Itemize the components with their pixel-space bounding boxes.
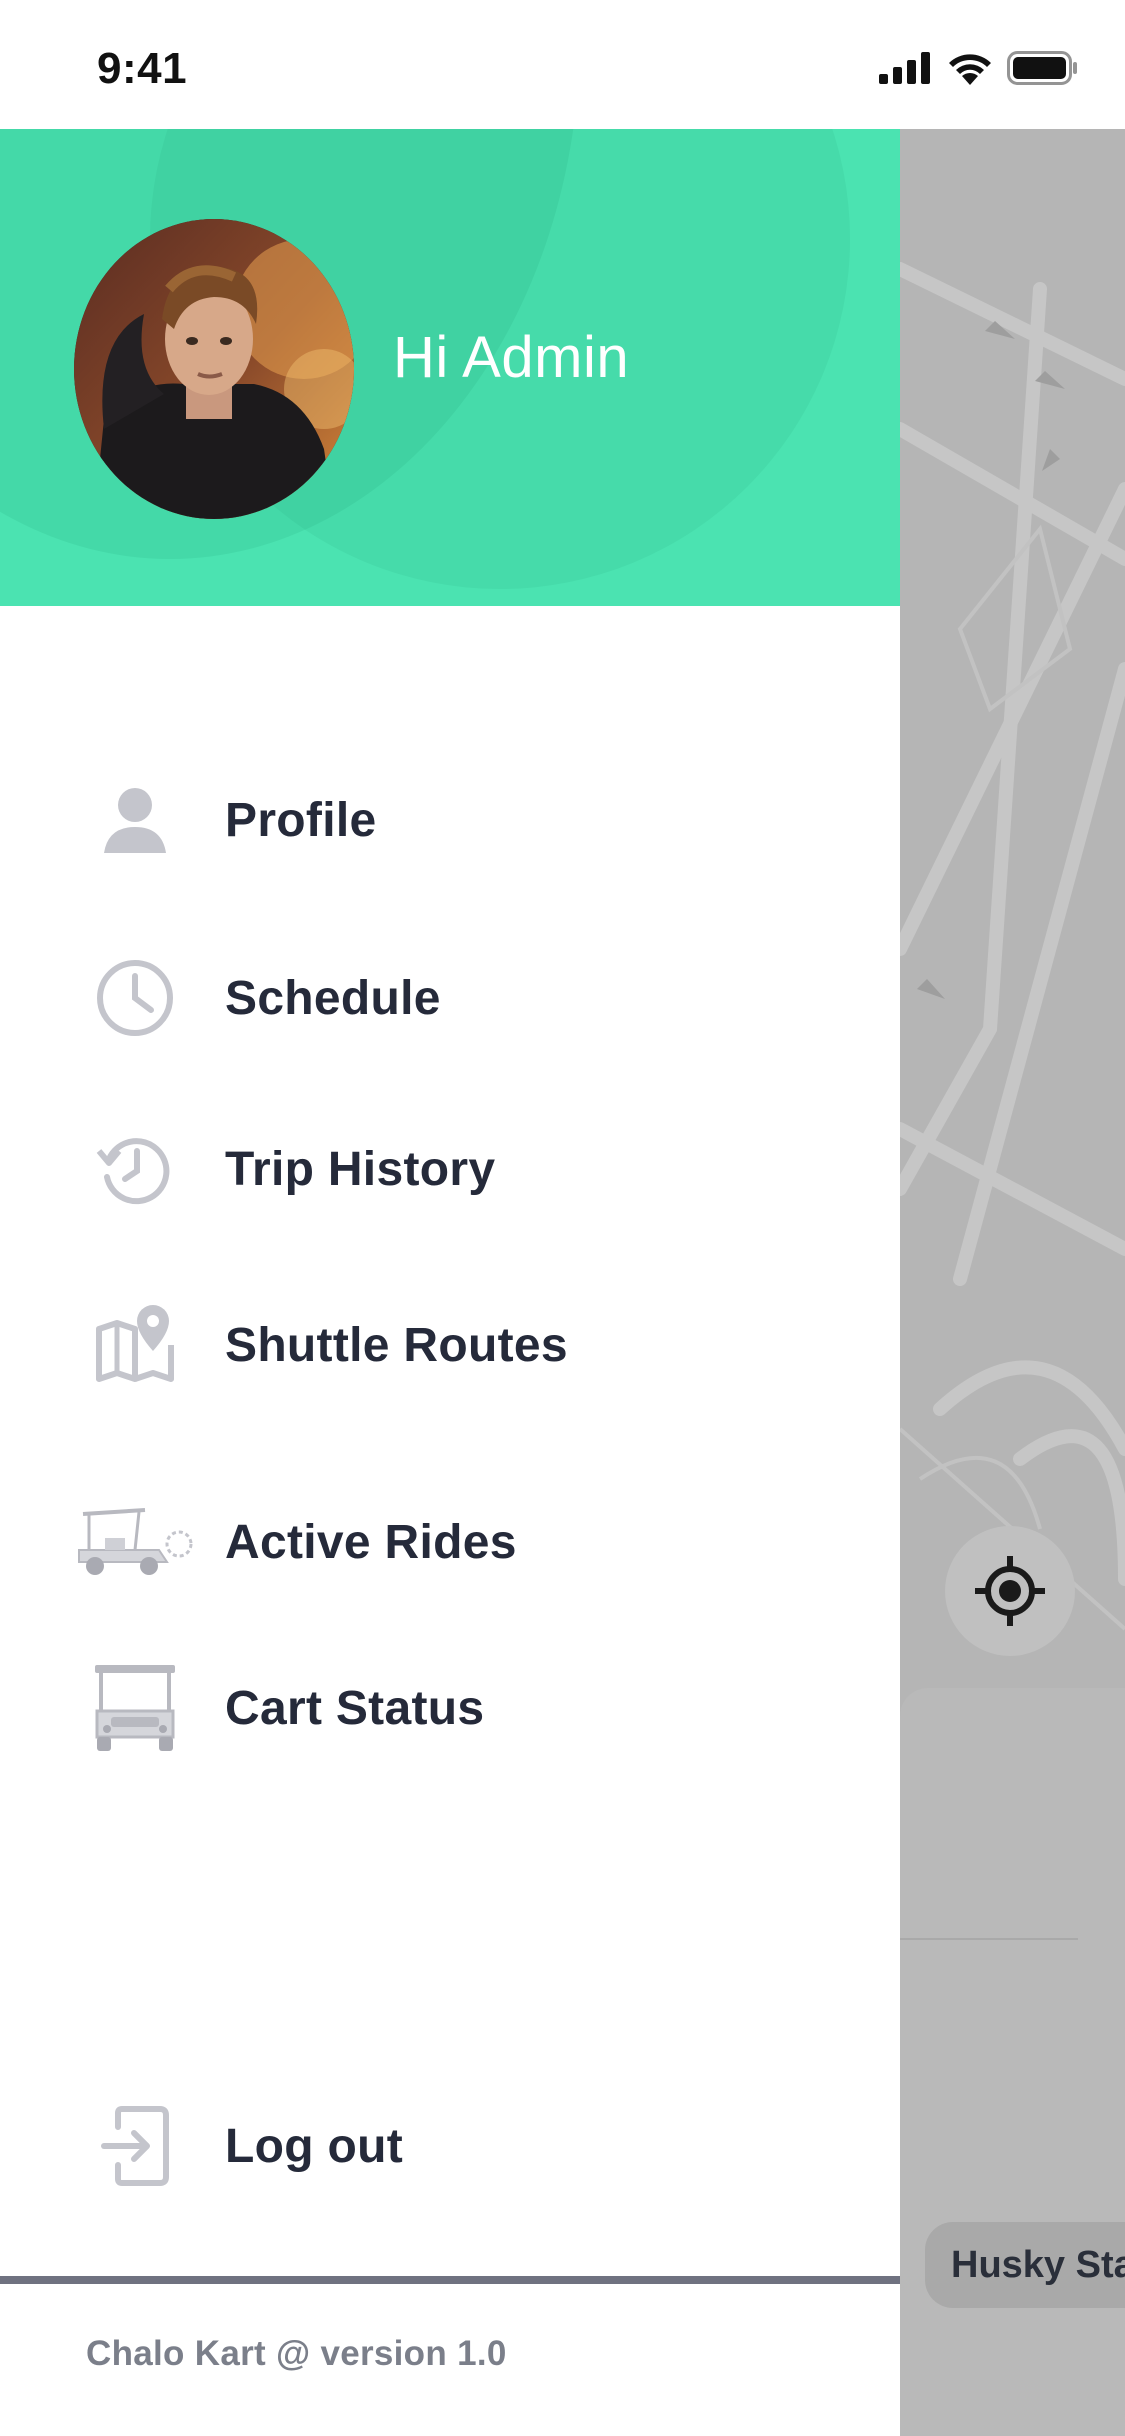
history-icon [70,1109,200,1229]
sheet-divider [900,1938,1078,1940]
app-screen: 9:41 Husky Sta Hi Admin Profile Schedule… [0,0,1125,2436]
signal-icon [879,52,930,84]
map-pin-icon [70,1285,200,1405]
status-bar: 9:41 [0,0,1125,129]
locate-me-button[interactable] [945,1526,1075,1656]
logout-icon [70,2086,200,2206]
station-chip-label: Husky Sta [951,2243,1125,2286]
logout-label: Log out [225,2119,404,2173]
menu-item-trip-history[interactable]: Trip History [0,1109,900,1229]
status-icons [879,48,1079,88]
menu-item-label: Shuttle Routes [225,1318,568,1372]
crosshair-icon [975,1556,1045,1626]
navigation-drawer: Hi Admin Profile Schedule Trip History S… [0,129,900,2436]
menu-item-label: Schedule [225,971,441,1025]
logout-button[interactable]: Log out [0,2086,900,2206]
menu-item-shuttle-routes[interactable]: Shuttle Routes [0,1285,900,1405]
ride-bottom-sheet [900,1688,1125,2436]
avatar-photo [74,219,354,519]
app-version-text: Chalo Kart @ version 1.0 [86,2334,507,2373]
golf-cart-side-icon [70,1482,200,1602]
battery-icon [1007,51,1077,85]
clock-icon [70,938,200,1058]
drawer-header: Hi Admin [0,129,900,606]
menu-item-schedule[interactable]: Schedule [0,938,900,1058]
menu-item-label: Profile [225,793,377,847]
menu-item-cart-status[interactable]: Cart Status [0,1648,900,1768]
station-chip[interactable]: Husky Sta [925,2222,1125,2308]
golf-cart-front-icon [70,1648,200,1768]
greeting-text: Hi Admin [393,325,630,390]
menu-item-label: Cart Status [225,1681,485,1735]
menu-item-profile[interactable]: Profile [0,760,900,880]
menu-item-label: Active Rides [225,1515,517,1569]
wifi-icon [949,54,991,85]
person-icon [70,760,200,880]
menu-item-label: Trip History [225,1142,496,1196]
menu-item-active-rides[interactable]: Active Rides [0,1482,900,1602]
status-time: 9:41 [97,44,188,93]
avatar[interactable] [74,219,354,519]
footer-divider [0,2276,900,2284]
